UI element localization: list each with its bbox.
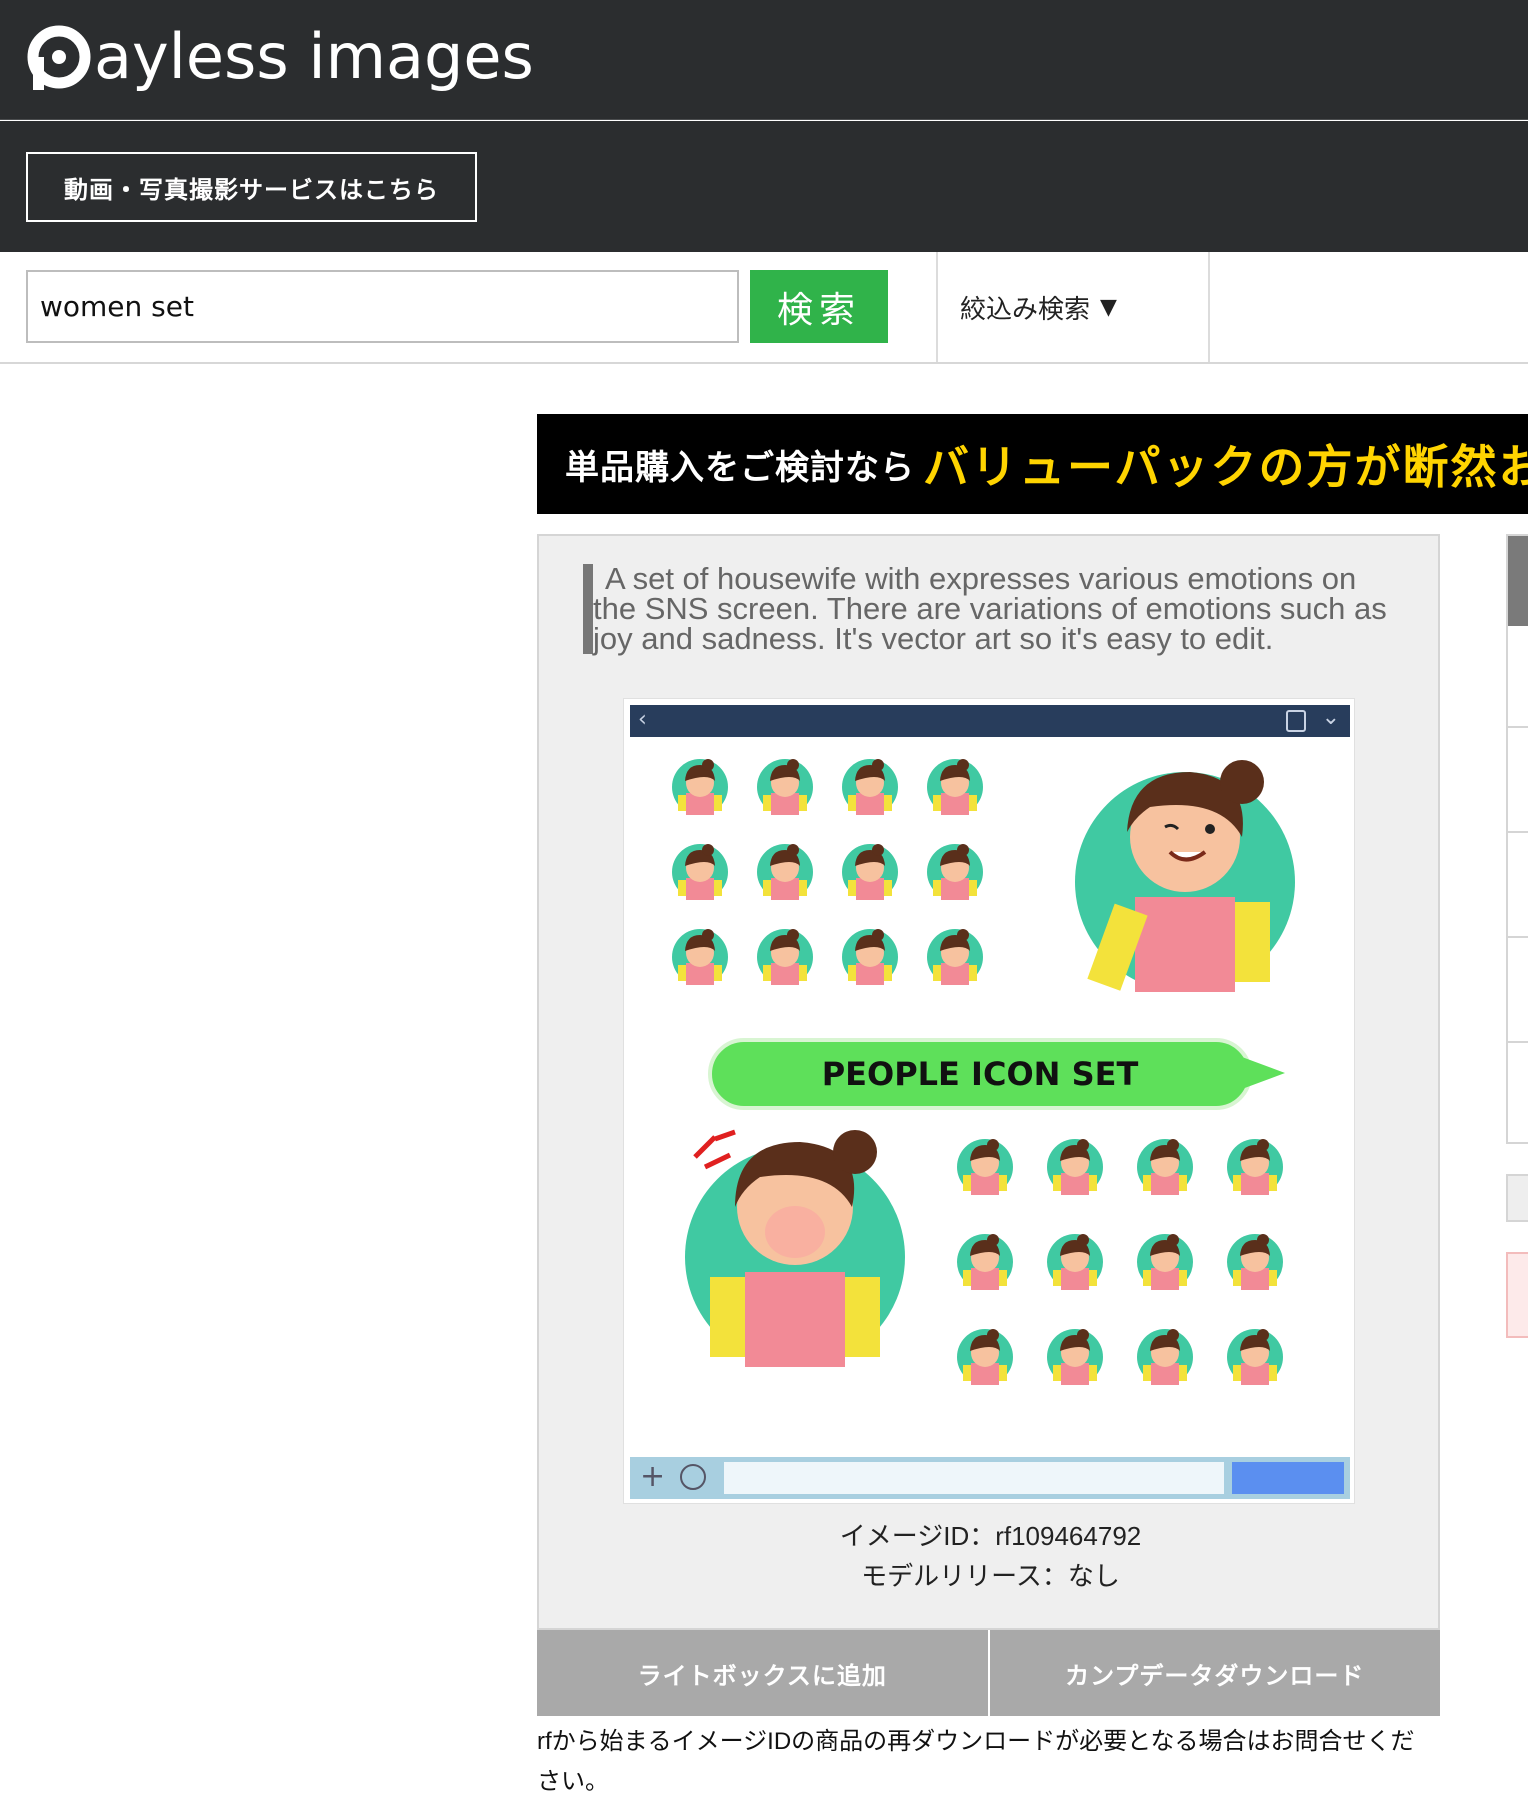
value-pack-banner[interactable]: 単品購入をご検討なら バリューパックの方が断然お xyxy=(537,414,1528,514)
menu-icon xyxy=(1286,710,1306,732)
phone-top-bar: ‹ ⌄ xyxy=(630,705,1350,737)
divider xyxy=(1508,726,1528,728)
model-release: モデルリリース：なし xyxy=(861,1561,1120,1591)
product-card: A set of housewife with expresses variou… xyxy=(537,534,1440,1630)
chevron-down-icon: ⌄ xyxy=(1321,705,1340,730)
plus-icon: + xyxy=(640,1459,666,1494)
divider xyxy=(1208,252,1210,362)
filter-search-button[interactable]: 絞込み検索 ▼ xyxy=(960,282,1117,332)
side-box-highlight[interactable] xyxy=(1506,1252,1528,1338)
side-box[interactable] xyxy=(1506,1174,1528,1222)
product-actions: ライトボックスに追加 カンプデータダウンロード xyxy=(537,1630,1440,1716)
service-bar: 動画・写真撮影サービスはこちら xyxy=(0,121,1528,252)
photo-service-button[interactable]: 動画・写真撮影サービスはこちら xyxy=(26,152,477,222)
phone-input-bar: + xyxy=(630,1457,1350,1499)
preview-banner-text: PEOPLE ICON SET xyxy=(822,1055,1139,1093)
promo-highlight: バリューパックの方が断然お xyxy=(923,440,1528,494)
product-description: A set of housewife with expresses variou… xyxy=(583,561,1403,656)
divider xyxy=(1508,936,1528,938)
send-button xyxy=(1232,1462,1344,1494)
triangle-down-icon: ▼ xyxy=(1100,294,1117,320)
search-bar: 検索 絞込み検索 ▼ xyxy=(0,252,1528,364)
back-arrow-icon: ‹ xyxy=(638,707,647,732)
smile-icon xyxy=(680,1464,706,1490)
search-button[interactable]: 検索 xyxy=(750,270,888,343)
divider xyxy=(936,252,938,362)
product-description-text: A set of housewife with expresses variou… xyxy=(593,561,1387,656)
logo-p-icon xyxy=(27,25,91,90)
add-to-lightbox-button[interactable]: ライトボックスに追加 xyxy=(537,1630,988,1716)
promo-text: 単品購入をご検討なら xyxy=(565,447,915,488)
redownload-note: rfから始まるイメージIDの商品の再ダウンロードが必要となる場合はお問合せくださ… xyxy=(537,1728,1415,1795)
message-field xyxy=(724,1462,1224,1494)
site-logo[interactable]: ayless images xyxy=(26,22,534,92)
filter-search-label: 絞込み検索 xyxy=(960,294,1091,325)
scrollbar-thumb[interactable] xyxy=(1508,536,1528,626)
image-id: イメージID：rf109464792 xyxy=(839,1521,1142,1551)
product-preview-image[interactable]: ‹ ⌄ PEOPLE ICON SET + xyxy=(623,698,1355,1504)
search-input[interactable] xyxy=(26,270,739,343)
divider xyxy=(1508,1041,1528,1043)
comp-download-button[interactable]: カンプデータダウンロード xyxy=(987,1630,1440,1716)
logo-text: ayless images xyxy=(94,20,534,93)
people-icon-set-illustration: PEOPLE ICON SET xyxy=(672,759,1295,1385)
top-header: ayless images xyxy=(0,0,1528,120)
side-panel xyxy=(1506,534,1528,1144)
product-meta: イメージID：rf109464792 モデルリリース：なし xyxy=(539,1516,1442,1596)
divider xyxy=(1508,831,1528,833)
